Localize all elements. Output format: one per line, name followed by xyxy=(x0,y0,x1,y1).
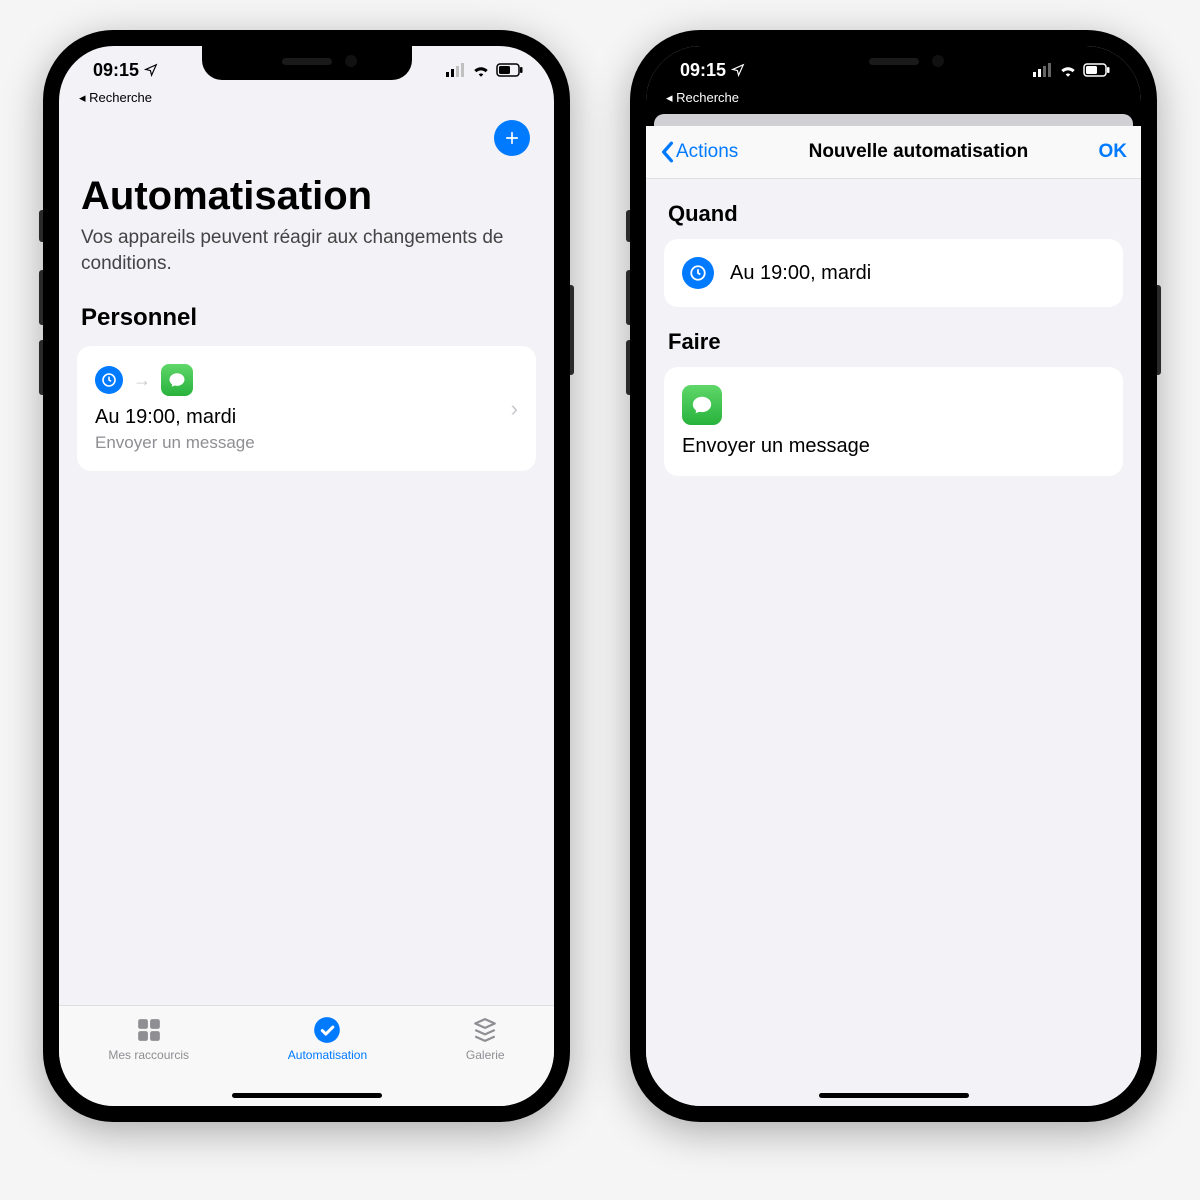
phone-right: 09:15 xyxy=(630,30,1157,1122)
location-icon xyxy=(144,63,158,77)
notch xyxy=(202,46,412,80)
nav-bar: Actions Nouvelle automatisation OK xyxy=(646,126,1141,179)
do-text: Envoyer un message xyxy=(682,435,870,458)
wifi-icon xyxy=(472,63,490,77)
tab-automation[interactable]: Automatisation xyxy=(288,1016,367,1062)
clock-icon xyxy=(682,257,714,289)
nav-back-button[interactable]: Actions xyxy=(660,141,738,163)
messages-icon xyxy=(682,385,722,425)
automation-title: Au 19:00, mardi xyxy=(95,406,511,429)
tab-shortcuts[interactable]: Mes raccourcis xyxy=(108,1016,189,1062)
arrow-right-icon: → xyxy=(133,370,151,391)
gallery-icon xyxy=(470,1016,500,1044)
add-automation-button[interactable] xyxy=(494,120,530,156)
plus-icon xyxy=(502,128,522,148)
status-time: 09:15 xyxy=(680,60,726,81)
when-text: Au 19:00, mardi xyxy=(730,262,871,285)
chevron-right-icon: › xyxy=(511,396,518,422)
home-indicator[interactable] xyxy=(232,1093,382,1098)
tab-label: Mes raccourcis xyxy=(108,1048,189,1062)
page-subtitle: Vos appareils peuvent réagir aux changem… xyxy=(81,225,532,276)
sheet-behind xyxy=(654,114,1133,126)
phone-left: 09:15 xyxy=(43,30,570,1122)
cellular-icon xyxy=(1033,63,1053,77)
nav-title: Nouvelle automatisation xyxy=(809,141,1029,163)
automation-tab-icon xyxy=(312,1016,342,1044)
tab-label: Automatisation xyxy=(288,1048,367,1062)
clock-icon xyxy=(95,366,123,394)
back-to-app[interactable]: ◂ Recherche xyxy=(646,90,1141,112)
section-when: Quand xyxy=(668,201,1119,227)
cellular-icon xyxy=(446,63,466,77)
status-time: 09:15 xyxy=(93,60,139,81)
grid-icon xyxy=(134,1016,164,1044)
battery-icon xyxy=(1083,63,1111,77)
do-card[interactable]: Envoyer un message xyxy=(664,367,1123,476)
back-to-app[interactable]: ◂ Recherche xyxy=(59,90,554,108)
chevron-left-icon xyxy=(660,141,674,163)
automation-row[interactable]: → Au 19:00, mardi Envoyer un message › xyxy=(77,346,536,471)
tab-gallery[interactable]: Galerie xyxy=(466,1016,505,1062)
tab-label: Galerie xyxy=(466,1048,505,1062)
section-do: Faire xyxy=(668,329,1119,355)
tab-bar: Mes raccourcis Automatisation Galerie xyxy=(59,1005,554,1106)
messages-icon xyxy=(161,364,193,396)
section-personal: Personnel xyxy=(81,304,532,332)
notch xyxy=(789,46,999,80)
battery-icon xyxy=(496,63,524,77)
wifi-icon xyxy=(1059,63,1077,77)
page-title: Automatisation xyxy=(81,174,532,219)
nav-back-label: Actions xyxy=(676,141,738,163)
nav-ok-button[interactable]: OK xyxy=(1098,141,1127,163)
automation-subtitle: Envoyer un message xyxy=(95,433,511,453)
home-indicator[interactable] xyxy=(819,1093,969,1098)
location-icon xyxy=(731,63,745,77)
when-card[interactable]: Au 19:00, mardi xyxy=(664,239,1123,307)
